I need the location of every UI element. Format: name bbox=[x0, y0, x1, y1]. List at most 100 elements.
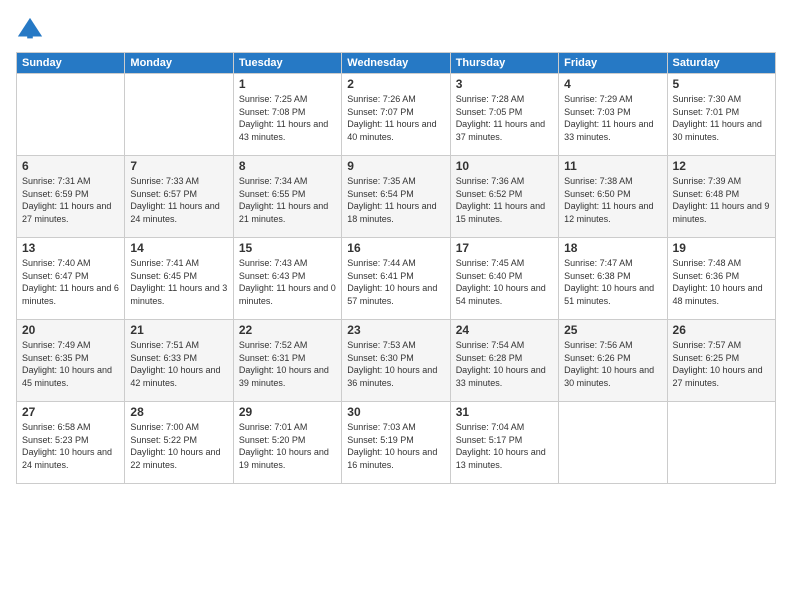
day-info: Sunrise: 7:31 AM Sunset: 6:59 PM Dayligh… bbox=[22, 175, 119, 225]
day-number: 1 bbox=[239, 77, 336, 91]
calendar-cell: 4 Sunrise: 7:29 AM Sunset: 7:03 PM Daylig… bbox=[559, 74, 667, 156]
calendar-cell: 26 Sunrise: 7:57 AM Sunset: 6:25 PM Dayli… bbox=[667, 320, 775, 402]
day-info: Sunrise: 7:54 AM Sunset: 6:28 PM Dayligh… bbox=[456, 339, 553, 389]
day-header-monday: Monday bbox=[125, 53, 233, 74]
logo-icon bbox=[16, 16, 44, 44]
page: SundayMondayTuesdayWednesdayThursdayFrid… bbox=[0, 0, 792, 612]
calendar-cell: 17 Sunrise: 7:45 AM Sunset: 6:40 PM Dayli… bbox=[450, 238, 558, 320]
day-number: 2 bbox=[347, 77, 444, 91]
calendar-cell: 11Sunrise: 7:38 AM Sunset: 6:50 PM Dayli… bbox=[559, 156, 667, 238]
calendar-cell: 3 Sunrise: 7:28 AM Sunset: 7:05 PM Daylig… bbox=[450, 74, 558, 156]
day-info: Sunrise: 7:28 AM Sunset: 7:05 PM Dayligh… bbox=[456, 93, 553, 143]
calendar-cell: 24 Sunrise: 7:54 AM Sunset: 6:28 PM Dayli… bbox=[450, 320, 558, 402]
calendar-cell: 30 Sunrise: 7:03 AM Sunset: 5:19 PM Dayli… bbox=[342, 402, 450, 484]
calendar-cell: 9 Sunrise: 7:35 AM Sunset: 6:54 PM Daylig… bbox=[342, 156, 450, 238]
day-header-wednesday: Wednesday bbox=[342, 53, 450, 74]
header bbox=[16, 12, 776, 44]
calendar-cell: 18 Sunrise: 7:47 AM Sunset: 6:38 PM Dayli… bbox=[559, 238, 667, 320]
day-info: Sunrise: 7:33 AM Sunset: 6:57 PM Dayligh… bbox=[130, 175, 227, 225]
day-number: 12 bbox=[673, 159, 770, 173]
day-number: 10 bbox=[456, 159, 553, 173]
calendar-cell: 23Sunrise: 7:53 AM Sunset: 6:30 PM Dayli… bbox=[342, 320, 450, 402]
day-number: 8 bbox=[239, 159, 336, 173]
day-info: Sunrise: 7:25 AM Sunset: 7:08 PM Dayligh… bbox=[239, 93, 336, 143]
calendar-cell bbox=[125, 74, 233, 156]
day-header-thursday: Thursday bbox=[450, 53, 558, 74]
day-number: 24 bbox=[456, 323, 553, 337]
calendar-cell: 25Sunrise: 7:56 AM Sunset: 6:26 PM Dayli… bbox=[559, 320, 667, 402]
week-row-1: 1 Sunrise: 7:25 AM Sunset: 7:08 PM Daylig… bbox=[17, 74, 776, 156]
day-number: 3 bbox=[456, 77, 553, 91]
day-number: 16 bbox=[347, 241, 444, 255]
day-info: Sunrise: 7:35 AM Sunset: 6:54 PM Dayligh… bbox=[347, 175, 444, 225]
day-info: Sunrise: 7:47 AM Sunset: 6:38 PM Dayligh… bbox=[564, 257, 661, 307]
day-number: 15 bbox=[239, 241, 336, 255]
day-info: Sunrise: 7:52 AM Sunset: 6:31 PM Dayligh… bbox=[239, 339, 336, 389]
day-info: Sunrise: 7:29 AM Sunset: 7:03 PM Dayligh… bbox=[564, 93, 661, 143]
calendar-cell: 2 Sunrise: 7:26 AM Sunset: 7:07 PM Daylig… bbox=[342, 74, 450, 156]
day-info: Sunrise: 7:45 AM Sunset: 6:40 PM Dayligh… bbox=[456, 257, 553, 307]
calendar-cell bbox=[559, 402, 667, 484]
calendar-cell: 28 Sunrise: 7:00 AM Sunset: 5:22 PM Dayli… bbox=[125, 402, 233, 484]
calendar-body: 1 Sunrise: 7:25 AM Sunset: 7:08 PM Daylig… bbox=[17, 74, 776, 484]
day-number: 14 bbox=[130, 241, 227, 255]
day-number: 18 bbox=[564, 241, 661, 255]
calendar-cell: 29 Sunrise: 7:01 AM Sunset: 5:20 PM Dayli… bbox=[233, 402, 341, 484]
day-number: 17 bbox=[456, 241, 553, 255]
calendar-cell: 5Sunrise: 7:30 AM Sunset: 7:01 PM Daylig… bbox=[667, 74, 775, 156]
day-info: Sunrise: 6:58 AM Sunset: 5:23 PM Dayligh… bbox=[22, 421, 119, 471]
day-info: Sunrise: 7:41 AM Sunset: 6:45 PM Dayligh… bbox=[130, 257, 227, 307]
calendar-cell: 13 Sunrise: 7:40 AM Sunset: 6:47 PM Dayli… bbox=[17, 238, 125, 320]
calendar-header: SundayMondayTuesdayWednesdayThursdayFrid… bbox=[17, 53, 776, 74]
calendar-cell: 27 Sunrise: 6:58 AM Sunset: 5:23 PM Dayli… bbox=[17, 402, 125, 484]
calendar-cell: 15Sunrise: 7:43 AM Sunset: 6:43 PM Dayli… bbox=[233, 238, 341, 320]
calendar-cell: 1 Sunrise: 7:25 AM Sunset: 7:08 PM Daylig… bbox=[233, 74, 341, 156]
day-info: Sunrise: 7:00 AM Sunset: 5:22 PM Dayligh… bbox=[130, 421, 227, 471]
calendar-cell: 20Sunrise: 7:49 AM Sunset: 6:35 PM Dayli… bbox=[17, 320, 125, 402]
day-number: 19 bbox=[673, 241, 770, 255]
day-number: 28 bbox=[130, 405, 227, 419]
day-number: 4 bbox=[564, 77, 661, 91]
day-header-sunday: Sunday bbox=[17, 53, 125, 74]
day-number: 31 bbox=[456, 405, 553, 419]
calendar-cell: 7 Sunrise: 7:33 AM Sunset: 6:57 PM Daylig… bbox=[125, 156, 233, 238]
day-number: 9 bbox=[347, 159, 444, 173]
day-header-tuesday: Tuesday bbox=[233, 53, 341, 74]
day-info: Sunrise: 7:26 AM Sunset: 7:07 PM Dayligh… bbox=[347, 93, 444, 143]
week-row-5: 27 Sunrise: 6:58 AM Sunset: 5:23 PM Dayli… bbox=[17, 402, 776, 484]
day-info: Sunrise: 7:44 AM Sunset: 6:41 PM Dayligh… bbox=[347, 257, 444, 307]
day-number: 27 bbox=[22, 405, 119, 419]
day-info: Sunrise: 7:57 AM Sunset: 6:25 PM Dayligh… bbox=[673, 339, 770, 389]
calendar-cell: 14 Sunrise: 7:41 AM Sunset: 6:45 PM Dayli… bbox=[125, 238, 233, 320]
day-number: 22 bbox=[239, 323, 336, 337]
header-row: SundayMondayTuesdayWednesdayThursdayFrid… bbox=[17, 53, 776, 74]
calendar-cell: 8Sunrise: 7:34 AM Sunset: 6:55 PM Daylig… bbox=[233, 156, 341, 238]
calendar-cell: 12Sunrise: 7:39 AM Sunset: 6:48 PM Dayli… bbox=[667, 156, 775, 238]
calendar-cell: 6Sunrise: 7:31 AM Sunset: 6:59 PM Daylig… bbox=[17, 156, 125, 238]
day-info: Sunrise: 7:51 AM Sunset: 6:33 PM Dayligh… bbox=[130, 339, 227, 389]
day-info: Sunrise: 7:38 AM Sunset: 6:50 PM Dayligh… bbox=[564, 175, 661, 225]
day-info: Sunrise: 7:40 AM Sunset: 6:47 PM Dayligh… bbox=[22, 257, 119, 307]
calendar-cell: 31 Sunrise: 7:04 AM Sunset: 5:17 PM Dayli… bbox=[450, 402, 558, 484]
calendar-cell: 22 Sunrise: 7:52 AM Sunset: 6:31 PM Dayli… bbox=[233, 320, 341, 402]
calendar: SundayMondayTuesdayWednesdayThursdayFrid… bbox=[16, 52, 776, 484]
day-info: Sunrise: 7:01 AM Sunset: 5:20 PM Dayligh… bbox=[239, 421, 336, 471]
day-number: 29 bbox=[239, 405, 336, 419]
day-number: 21 bbox=[130, 323, 227, 337]
day-info: Sunrise: 7:03 AM Sunset: 5:19 PM Dayligh… bbox=[347, 421, 444, 471]
day-info: Sunrise: 7:04 AM Sunset: 5:17 PM Dayligh… bbox=[456, 421, 553, 471]
day-number: 25 bbox=[564, 323, 661, 337]
day-header-saturday: Saturday bbox=[667, 53, 775, 74]
calendar-cell: 19Sunrise: 7:48 AM Sunset: 6:36 PM Dayli… bbox=[667, 238, 775, 320]
day-number: 13 bbox=[22, 241, 119, 255]
calendar-cell bbox=[667, 402, 775, 484]
calendar-cell: 16 Sunrise: 7:44 AM Sunset: 6:41 PM Dayli… bbox=[342, 238, 450, 320]
day-number: 20 bbox=[22, 323, 119, 337]
day-number: 23 bbox=[347, 323, 444, 337]
day-number: 26 bbox=[673, 323, 770, 337]
calendar-cell: 10Sunrise: 7:36 AM Sunset: 6:52 PM Dayli… bbox=[450, 156, 558, 238]
day-number: 30 bbox=[347, 405, 444, 419]
week-row-2: 6Sunrise: 7:31 AM Sunset: 6:59 PM Daylig… bbox=[17, 156, 776, 238]
day-number: 7 bbox=[130, 159, 227, 173]
calendar-cell bbox=[17, 74, 125, 156]
